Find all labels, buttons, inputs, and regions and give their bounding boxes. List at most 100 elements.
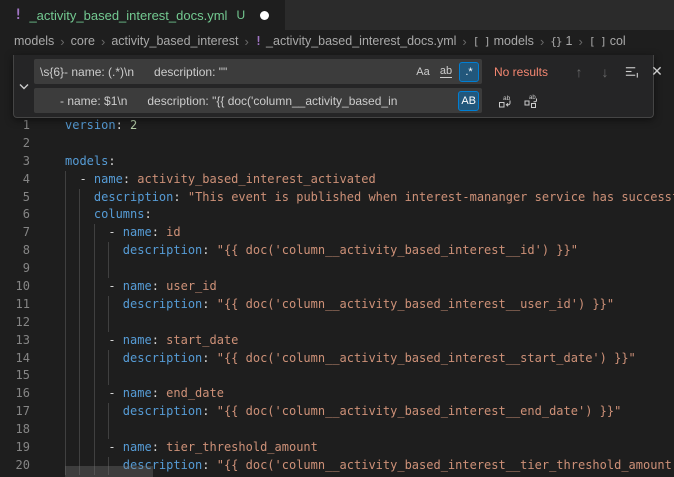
code-line[interactable]: 2: [0, 135, 674, 153]
line-number[interactable]: 8: [0, 242, 30, 260]
code-line-text[interactable]: [30, 367, 674, 385]
code-line-text[interactable]: - name: id: [30, 224, 674, 242]
line-number[interactable]: 3: [0, 153, 30, 171]
code-line[interactable]: 8 description: "{{ doc('column__activity…: [0, 242, 674, 260]
line-number[interactable]: 15: [0, 367, 30, 385]
code-line[interactable]: 15: [0, 367, 674, 385]
code-line[interactable]: 17 description: "{{ doc('column__activit…: [0, 403, 674, 421]
code-line[interactable]: 9: [0, 260, 674, 278]
match-case-toggle[interactable]: Aa: [413, 62, 433, 82]
line-number[interactable]: 19: [0, 439, 30, 457]
svg-text:ab: ab: [529, 95, 536, 101]
line-number[interactable]: 4: [0, 171, 30, 189]
indent-guide: [65, 278, 66, 296]
breadcrumb-item-core[interactable]: core: [71, 34, 95, 48]
replace-button[interactable]: ab: [494, 90, 516, 112]
indent-guide: [65, 385, 66, 403]
code-line[interactable]: 19 - name: tier_threshold_amount: [0, 439, 674, 457]
breadcrumb-item-activity_based_interest[interactable]: activity_based_interest: [111, 34, 238, 48]
indent-guide: [79, 332, 80, 350]
editor-code-area[interactable]: 1version: 223models:4 - name: activity_b…: [0, 112, 674, 477]
indent-guide: [65, 421, 66, 439]
code-line-text[interactable]: - name: activity_based_interest_activate…: [30, 171, 674, 189]
line-number[interactable]: 2: [0, 135, 30, 153]
code-line-text[interactable]: models:: [30, 153, 674, 171]
code-line[interactable]: 7 - name: id: [0, 224, 674, 242]
breadcrumb-item-1[interactable]: {}1: [550, 34, 572, 48]
breadcrumb-item-models[interactable]: models: [14, 34, 54, 48]
code-line[interactable]: 1version: 2: [0, 117, 674, 135]
find-input[interactable]: [34, 59, 413, 84]
indent-guide: [65, 350, 66, 368]
indent-guide: [108, 260, 109, 278]
line-number[interactable]: 18: [0, 421, 30, 439]
modified-indicator-icon[interactable]: [260, 11, 269, 20]
breadcrumb-item-_activity_based_interest_docs.yml[interactable]: !_activity_based_interest_docs.yml: [255, 34, 457, 48]
line-number[interactable]: 10: [0, 278, 30, 296]
horizontal-scrollbar-thumb[interactable]: [65, 466, 153, 477]
code-line-text[interactable]: - name: end_date: [30, 385, 674, 403]
close-find-widget-button[interactable]: ✕: [646, 61, 668, 83]
code-line-text[interactable]: - name: start_date: [30, 332, 674, 350]
code-line[interactable]: 6 columns:: [0, 206, 674, 224]
code-line-text[interactable]: [30, 260, 674, 278]
code-line[interactable]: 18: [0, 421, 674, 439]
breadcrumb: models›core›activity_based_interest›!_ac…: [0, 30, 674, 52]
whole-word-toggle[interactable]: ab: [436, 62, 456, 82]
breadcrumb-item-col[interactable]: [ ]col: [589, 34, 626, 48]
indent-guide: [65, 439, 66, 457]
replace-all-button[interactable]: ab: [520, 90, 542, 112]
line-number[interactable]: 7: [0, 224, 30, 242]
line-number[interactable]: 20: [0, 457, 30, 475]
code-line[interactable]: 13 - name: start_date: [0, 332, 674, 350]
line-number[interactable]: 16: [0, 385, 30, 403]
preserve-case-toggle[interactable]: AB: [458, 91, 479, 111]
code-line-text[interactable]: - name: tier_threshold_amount: [30, 439, 674, 457]
indent-guide: [94, 314, 95, 332]
code-line-text[interactable]: description: "This event is published wh…: [30, 189, 674, 207]
line-number[interactable]: 14: [0, 350, 30, 368]
indent-guide: [94, 260, 95, 278]
code-line[interactable]: 16 - name: end_date: [0, 385, 674, 403]
code-line-text[interactable]: [30, 135, 674, 153]
code-line[interactable]: 3models:: [0, 153, 674, 171]
regex-toggle[interactable]: .*: [459, 62, 479, 82]
breadcrumb-separator-icon: ›: [101, 34, 105, 49]
code-line[interactable]: 14 description: "{{ doc('column__activit…: [0, 350, 674, 368]
line-number[interactable]: 1: [0, 117, 30, 135]
code-line[interactable]: 5 description: "This event is published …: [0, 189, 674, 207]
code-line[interactable]: 11 description: "{{ doc('column__activit…: [0, 296, 674, 314]
line-number[interactable]: 13: [0, 332, 30, 350]
find-in-selection-button[interactable]: [620, 61, 642, 83]
code-line-text[interactable]: description: "{{ doc('column__activity_b…: [30, 350, 674, 368]
line-number[interactable]: 12: [0, 314, 30, 332]
code-line[interactable]: 10 - name: user_id: [0, 278, 674, 296]
line-number[interactable]: 6: [0, 206, 30, 224]
tab-active-yaml-file[interactable]: ! _activity_based_interest_docs.yml U: [0, 0, 285, 30]
indent-guide: [108, 350, 109, 368]
toggle-replace-button[interactable]: [14, 59, 34, 113]
code-line-text[interactable]: columns:: [30, 206, 674, 224]
breadcrumb-item-models[interactable]: [ ]models: [473, 34, 534, 48]
code-line-text[interactable]: version: 2: [30, 117, 674, 135]
code-line[interactable]: 4 - name: activity_based_interest_activa…: [0, 171, 674, 189]
code-line-text[interactable]: description: "{{ doc('column__activity_b…: [30, 403, 674, 421]
line-number[interactable]: 5: [0, 189, 30, 207]
replace-input[interactable]: [34, 88, 458, 113]
line-number[interactable]: 11: [0, 296, 30, 314]
line-number[interactable]: 9: [0, 260, 30, 278]
indent-guide: [94, 439, 95, 457]
code-line-text[interactable]: [30, 421, 674, 439]
chevron-down-icon: [19, 83, 29, 90]
previous-match-button[interactable]: ↑: [568, 61, 590, 83]
indent-guide: [108, 421, 109, 439]
indent-guide: [79, 296, 80, 314]
code-line[interactable]: 12: [0, 314, 674, 332]
line-number[interactable]: 17: [0, 403, 30, 421]
code-line-text[interactable]: description: "{{ doc('column__activity_b…: [30, 296, 674, 314]
next-match-button[interactable]: ↓: [594, 61, 616, 83]
code-line-text[interactable]: description: "{{ doc('column__activity_b…: [30, 242, 674, 260]
code-line-text[interactable]: - name: user_id: [30, 278, 674, 296]
code-line-text[interactable]: [30, 314, 674, 332]
indent-guide: [79, 206, 80, 224]
